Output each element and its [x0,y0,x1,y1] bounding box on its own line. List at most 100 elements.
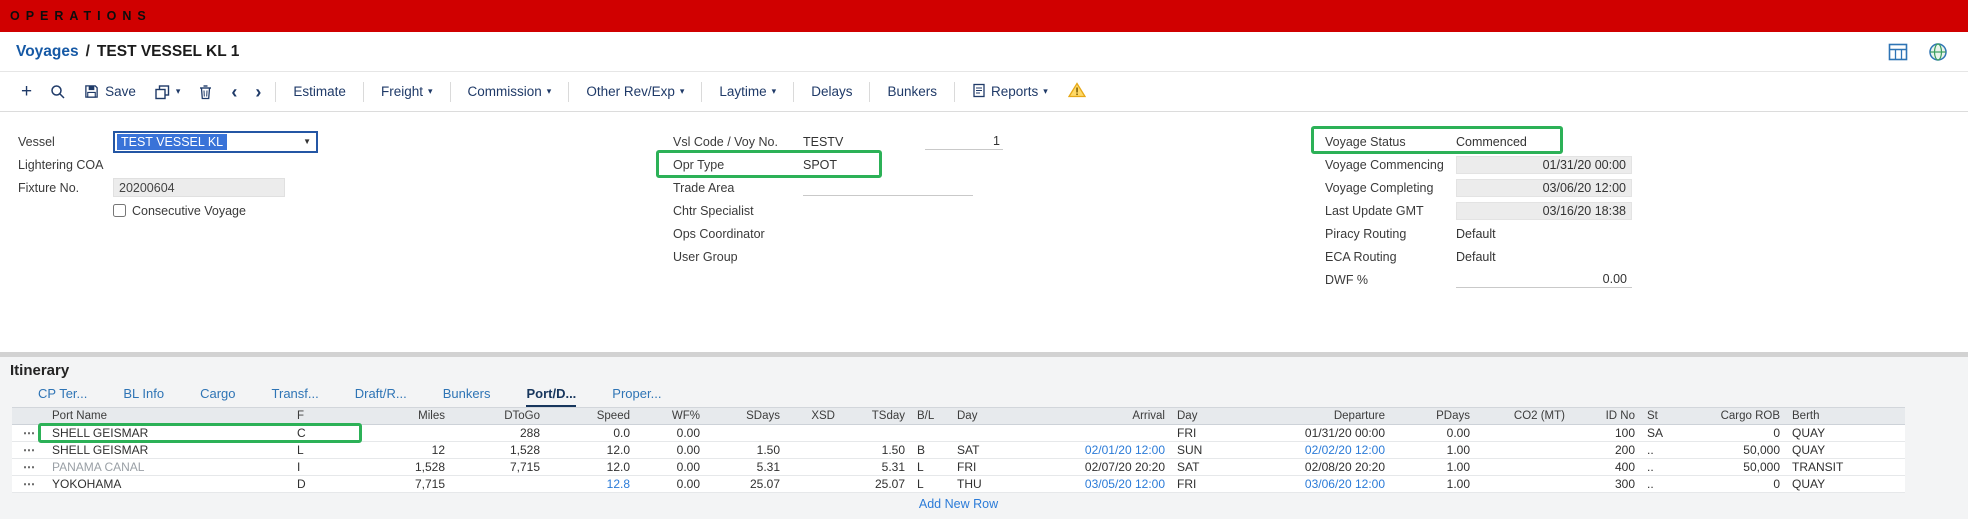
row-menu-button[interactable]: ⋯ [12,477,46,491]
cell-status[interactable]: SA [1641,426,1686,440]
cell-speed[interactable]: 12.0 [546,460,636,474]
cell-cargo-rob[interactable]: 50,000 [1686,443,1786,457]
delete-button[interactable] [189,80,222,104]
cell-arrival-link[interactable]: 02/01/20 12:00 [1006,443,1171,457]
cell-wf-pct[interactable]: 0.00 [636,460,706,474]
cell-cargo-rob[interactable]: 50,000 [1686,460,1786,474]
tab-cp-terms[interactable]: CP Ter... [38,386,87,408]
tab-bl-info[interactable]: BL Info [123,386,164,408]
cell-wf-pct[interactable]: 0.00 [636,443,706,457]
cell-departure-day[interactable]: FRI [1171,477,1226,491]
menu-delays[interactable]: Delays [799,80,864,103]
voy-no-field[interactable]: 1 [925,134,1003,150]
cell-tsday[interactable]: 25.07 [841,477,911,491]
cell-status[interactable]: .. [1641,477,1686,491]
next-record-button[interactable]: › [246,80,270,104]
cell-departure-link[interactable]: 03/06/20 12:00 [1226,477,1391,491]
cell-wf-pct[interactable]: 0.00 [636,477,706,491]
cell-miles[interactable]: 1,528 [346,460,451,474]
eca-routing-value[interactable]: Default [1456,250,1496,264]
cell-sdays[interactable]: 1.50 [706,443,786,457]
menu-commission[interactable]: Commission▾ [456,80,564,103]
cell-wf-pct[interactable]: 0.00 [636,426,706,440]
cell-speed[interactable]: 0.0 [546,426,636,440]
cell-bl[interactable]: L [911,460,951,474]
cell-departure-day[interactable]: SAT [1171,460,1226,474]
grid-view-icon[interactable] [1888,43,1908,61]
prev-record-button[interactable]: ‹ [222,80,246,104]
cell-cargo-rob[interactable]: 0 [1686,477,1786,491]
cell-id-no[interactable]: 300 [1571,477,1641,491]
cell-speed[interactable]: 12.0 [546,443,636,457]
cell-arrival[interactable]: 02/07/20 20:20 [1006,460,1171,474]
cell-function[interactable]: C [291,426,346,440]
cell-arrival-day[interactable]: FRI [951,460,1006,474]
cell-sdays[interactable]: 25.07 [706,477,786,491]
cell-arrival-link[interactable]: 03/05/20 12:00 [1006,477,1171,491]
user-group-field[interactable] [803,248,973,265]
cell-miles[interactable]: 7,715 [346,477,451,491]
cell-departure-link[interactable]: 02/02/20 12:00 [1226,443,1391,457]
cell-port-name[interactable]: SHELL GEISMAR [46,426,291,440]
breadcrumb-voyages-link[interactable]: Voyages [16,43,79,61]
cell-pdays[interactable]: 1.00 [1391,443,1476,457]
cell-bl[interactable]: B [911,443,951,457]
cell-port-name[interactable]: PANAMA CANAL [46,460,291,474]
cell-departure-day[interactable]: SUN [1171,443,1226,457]
cell-port-name[interactable]: YOKOHAMA [46,477,291,491]
cell-pdays[interactable]: 0.00 [1391,426,1476,440]
row-menu-button[interactable]: ⋯ [12,443,46,457]
cell-departure-day[interactable]: FRI [1171,426,1226,440]
tab-bunkers[interactable]: Bunkers [443,386,491,408]
copy-button[interactable]: ▾ [145,80,190,104]
cell-dtogo[interactable]: 288 [451,426,546,440]
cell-function[interactable]: L [291,443,346,457]
cell-status[interactable]: .. [1641,460,1686,474]
cell-speed-link[interactable]: 12.8 [546,477,636,491]
cell-berth[interactable]: QUAY [1786,477,1896,491]
piracy-routing-value[interactable]: Default [1456,227,1496,241]
cell-berth[interactable]: QUAY [1786,443,1896,457]
menu-estimate[interactable]: Estimate [281,80,358,103]
cell-status[interactable]: .. [1641,443,1686,457]
tab-properties[interactable]: Proper... [612,386,661,408]
tab-transfers[interactable]: Transf... [272,386,319,408]
cell-function[interactable]: I [291,460,346,474]
cell-tsday[interactable]: 1.50 [841,443,911,457]
cell-departure[interactable]: 02/08/20 20:20 [1226,460,1391,474]
globe-icon[interactable] [1928,42,1948,62]
menu-freight[interactable]: Freight▾ [369,80,445,103]
chtr-specialist-field[interactable] [803,202,973,219]
consecutive-voyage-checkbox[interactable] [113,204,126,217]
cell-arrival-day[interactable]: SAT [951,443,1006,457]
cell-port-name[interactable]: SHELL GEISMAR [46,443,291,457]
tab-draft-restrictions[interactable]: Draft/R... [355,386,407,408]
save-button[interactable]: Save [75,80,145,103]
ops-coordinator-field[interactable] [803,225,973,242]
cell-miles[interactable]: 12 [346,443,451,457]
tab-cargo[interactable]: Cargo [200,386,235,408]
cell-sdays[interactable]: 5.31 [706,460,786,474]
opr-type-value[interactable]: SPOT [803,158,837,172]
cell-pdays[interactable]: 1.00 [1391,477,1476,491]
cell-id-no[interactable]: 200 [1571,443,1641,457]
cell-arrival-day[interactable]: THU [951,477,1006,491]
cell-tsday[interactable]: 5.31 [841,460,911,474]
cell-id-no[interactable]: 400 [1571,460,1641,474]
tab-port-dates[interactable]: Port/D... [526,386,576,408]
add-new-row-link[interactable]: Add New Row [919,497,998,511]
add-button[interactable]: + [12,80,41,104]
menu-reports[interactable]: Reports▾ [960,79,1060,105]
dwf-field[interactable]: 0.00 [1456,272,1632,288]
cell-departure[interactable]: 01/31/20 00:00 [1226,426,1391,440]
row-menu-button[interactable]: ⋯ [12,460,46,474]
trade-area-field[interactable] [803,179,973,196]
cell-dtogo[interactable]: 7,715 [451,460,546,474]
cell-berth[interactable]: QUAY [1786,426,1896,440]
lightering-coa-field[interactable] [113,156,283,173]
cell-bl[interactable]: L [911,477,951,491]
search-button[interactable] [41,80,75,104]
validation-warning-button[interactable] [1060,78,1094,105]
cell-id-no[interactable]: 100 [1571,426,1641,440]
row-menu-button[interactable]: ⋯ [12,426,46,440]
